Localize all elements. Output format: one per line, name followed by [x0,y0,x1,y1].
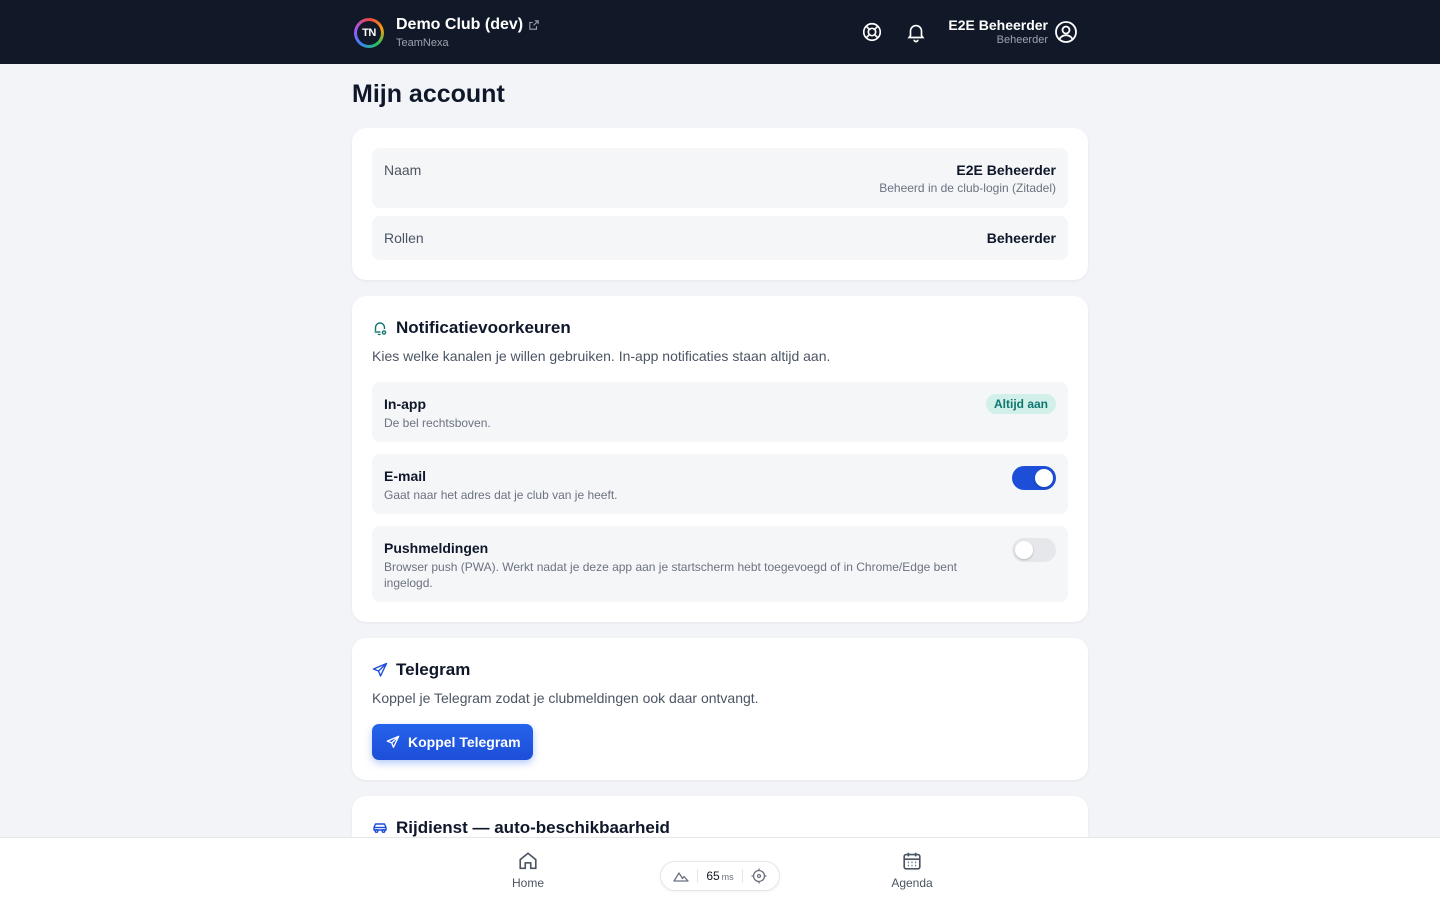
roles-value: Beheerder [986,230,1056,246]
account-card: Naam E2E Beheerder Beheerd in de club-lo… [352,128,1088,280]
always-on-badge: Altijd aan [985,394,1056,414]
lifebuoy-icon[interactable] [861,21,883,43]
calendar-icon [903,852,921,870]
page-title: Mijn account [352,80,505,108]
nav-home-label: Home [511,876,544,890]
push-toggle[interactable] [1012,538,1056,562]
user-menu[interactable]: E2E Beheerder Beheerder [948,17,1048,47]
name-value: E2E Beheerder [956,162,1056,178]
latency-unit: ms [721,872,734,882]
bell-icon[interactable] [905,21,927,43]
user-circle-icon[interactable] [1054,20,1078,44]
telegram-description: Koppel je Telegram zodat je clubmeldinge… [372,690,759,706]
channel-title: Pushmeldingen [384,540,489,556]
bottom-nav: Home 65 ms Agenda [0,837,1440,900]
telegram-title: Telegram [396,660,471,679]
nav-agenda[interactable]: Agenda [872,850,952,890]
user-name: E2E Beheerder [948,17,1048,33]
connect-telegram-button[interactable]: Koppel Telegram [372,724,533,760]
mountain-icon [673,872,689,882]
notifications-title: Notificatievoorkeuren [396,318,571,337]
channel-push: Pushmeldingen Browser push (PWA). Werkt … [372,526,1068,602]
channel-description: Browser push (PWA). Werkt nadat je deze … [384,560,957,590]
telegram-card: Telegram Koppel je Telegram zodat je clu… [352,638,1088,780]
toggle-knob [1015,541,1033,559]
send-icon [372,662,388,677]
channel-title: In-app [384,396,426,412]
club-logo-text: TN [357,21,381,45]
user-role: Beheerder [996,34,1048,46]
club-name: Demo Club (dev) [396,16,524,33]
channel-title: E-mail [384,468,427,484]
send-icon [386,735,400,748]
channel-email: E-mail Gaat naar het adres dat je club v… [372,454,1068,514]
account-roles-row: Rollen Beheerder [372,216,1068,260]
name-hint: Beheerd in de club-login (Zitadel) [879,181,1056,195]
nav-agenda-label: Agenda [891,876,933,890]
roles-label: Rollen [384,230,424,246]
notification-preferences-card: Notificatievoorkeuren Kies welke kanalen… [352,296,1088,622]
name-label: Naam [384,162,422,178]
crosshair-icon[interactable] [751,868,767,884]
club-switcher[interactable]: TN Demo Club (dev) TeamNexa [354,16,539,50]
account-name-row: Naam E2E Beheerder Beheerd in de club-lo… [372,148,1068,208]
bell-settings-icon [374,322,387,336]
channel-description: De bel rechtsboven. [384,416,491,430]
connect-telegram-label: Koppel Telegram [408,734,521,750]
channel-in-app: In-app De bel rechtsboven. Altijd aan [372,382,1068,442]
email-toggle[interactable] [1012,466,1056,490]
notifications-description: Kies welke kanalen je willen gebruiken. … [372,348,831,364]
latency-indicator[interactable]: 65 ms [660,861,780,891]
top-bar: TN Demo Club (dev) TeamNexa E2E Beheerde… [0,0,1440,64]
nav-home[interactable]: Home [488,850,568,890]
org-name: TeamNexa [396,37,449,49]
car-icon [373,823,387,833]
ride-title: Rijdienst — auto-beschikbaarheid [396,818,670,837]
external-link-icon[interactable] [529,20,539,30]
club-logo: TN [354,18,384,48]
toggle-knob [1035,469,1053,487]
home-icon [519,852,537,870]
latency-value: 65 [706,869,720,883]
channel-description: Gaat naar het adres dat je club van je h… [384,488,618,502]
